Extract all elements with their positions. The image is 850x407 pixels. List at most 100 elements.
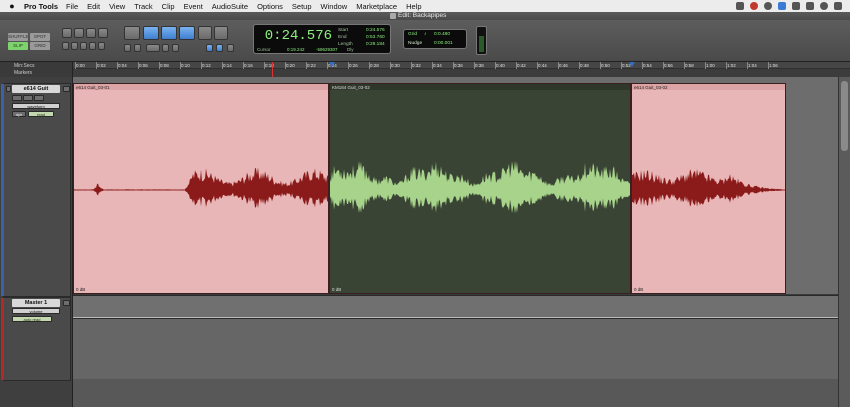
audio-clip[interactable]: e614 Guit_03-01 0 dB: [73, 83, 329, 294]
track-name-e614-guit[interactable]: e614 Guit: [12, 85, 60, 93]
dropbox-icon[interactable]: [778, 2, 786, 10]
track-record-button[interactable]: [6, 86, 11, 92]
solo-button[interactable]: [12, 95, 22, 101]
track-lane-e614-guit[interactable]: e614 Guit_03-01 0 dB KM184 Guit_03-02 0 …: [73, 83, 838, 295]
menu-options[interactable]: Options: [257, 2, 283, 11]
menu-audiosuite[interactable]: AudioSuite: [212, 2, 248, 11]
slip-mode-button[interactable]: SLIP: [8, 42, 28, 50]
min-secs-ruler-label[interactable]: Min:Secs: [14, 63, 35, 69]
mirror-midi-icon[interactable]: [134, 44, 141, 52]
airplay-icon[interactable]: [764, 2, 772, 10]
min-secs-ruler[interactable]: 0:00 0:02 0:04 0:06 0:08 0:10 0:12 0:14 0:16 0:18…: [73, 62, 850, 69]
track-lane-master[interactable]: [73, 295, 838, 319]
ruler-tick-label: 0:06: [139, 63, 148, 68]
pencil-tool-icon[interactable]: [214, 26, 228, 40]
volume-icon[interactable]: [806, 2, 814, 10]
link-track-edit-icon[interactable]: [162, 44, 169, 52]
selector-tool-icon[interactable]: [161, 26, 177, 40]
vertical-scrollbar[interactable]: [838, 77, 850, 407]
nudge-value[interactable]: 0:00.001: [434, 41, 453, 46]
main-counter-display[interactable]: 0:24.576 Cursor 0:19.242 -58629307 Dly S…: [253, 24, 391, 54]
ruler-tick-label: 0:56: [664, 63, 673, 68]
menu-window[interactable]: Window: [321, 2, 348, 11]
nudge-label[interactable]: Nudge: [408, 41, 422, 46]
apple-menu-icon[interactable]: ●: [0, 1, 24, 11]
markers-ruler-label[interactable]: Markers: [14, 70, 32, 76]
track-header-master[interactable]: Master 1 volume auto read: [1, 297, 71, 381]
list-icon[interactable]: [834, 2, 842, 10]
automation-follows-edit-icon[interactable]: [227, 44, 234, 52]
grid-label[interactable]: Grid: [408, 32, 417, 37]
selection-end-marker[interactable]: [629, 62, 635, 67]
menu-help[interactable]: Help: [406, 2, 421, 11]
selection-end-value[interactable]: 0:53.760: [366, 35, 385, 40]
clip-gain[interactable]: 0 dB: [76, 287, 85, 292]
menu-marketplace[interactable]: Marketplace: [356, 2, 397, 11]
main-counter-value[interactable]: 0:24.576: [262, 28, 332, 44]
zoom-out-vertical-icon[interactable]: [98, 28, 108, 38]
status-icon[interactable]: [736, 2, 744, 10]
mute-button[interactable]: [23, 95, 33, 101]
zoom-preset-5-button[interactable]: [98, 42, 105, 50]
audio-clip-selected[interactable]: KM184 Guit_03-02 0 dB: [329, 83, 631, 294]
spot-mode-button[interactable]: SPOT: [30, 33, 50, 41]
track-view-selector[interactable]: waveform: [12, 103, 60, 109]
menu-setup[interactable]: Setup: [292, 2, 312, 11]
audio-clip[interactable]: e614 Guit_03-02 0 dB: [631, 83, 786, 294]
clip-gain[interactable]: 0 dB: [634, 287, 643, 292]
zoom-preset-3-button[interactable]: [80, 42, 87, 50]
search-icon[interactable]: [820, 2, 828, 10]
track-name-master[interactable]: Master 1: [12, 299, 60, 307]
automation-mode-selector[interactable]: read: [28, 111, 54, 117]
clip-gain[interactable]: 0 dB: [332, 287, 341, 292]
grid-value[interactable]: 0:0.480: [434, 32, 450, 37]
menu-view[interactable]: View: [109, 2, 125, 11]
zoomer-tool-icon[interactable]: [124, 26, 140, 40]
zoom-in-vertical-icon[interactable]: [86, 28, 96, 38]
elastic-audio-selector[interactable]: dyn: [12, 111, 26, 117]
track-view-selector[interactable]: volume: [12, 308, 60, 314]
zoom-preset-4-button[interactable]: [89, 42, 96, 50]
scrubber-tool-icon[interactable]: [198, 26, 212, 40]
insertion-follows-playback-icon[interactable]: [172, 44, 179, 52]
selection-start-marker[interactable]: [329, 62, 335, 67]
creative-cloud-icon[interactable]: [750, 2, 758, 10]
timeline-ruler[interactable]: 0:00 0:02 0:04 0:06 0:08 0:10 0:12 0:14 0:16 0:18…: [73, 62, 850, 77]
selection-start-label: Start: [338, 28, 349, 33]
app-menu[interactable]: Pro Tools: [24, 2, 58, 11]
selection-start-value[interactable]: 0:24.576: [366, 28, 385, 33]
automation-mode-selector[interactable]: auto read: [12, 316, 52, 322]
zoom-in-horizontal-icon[interactable]: [62, 28, 72, 38]
commands-focus-icon[interactable]: [216, 44, 223, 52]
grabber-tool-icon[interactable]: [179, 26, 195, 40]
selection-length-value[interactable]: 0:29.184: [366, 42, 385, 47]
ruler-tick-label: 0:30: [391, 63, 400, 68]
track-header-e614-guit[interactable]: e614 Guit waveform dyn read: [1, 83, 71, 297]
zoom-out-horizontal-icon[interactable]: [74, 28, 84, 38]
track-options-icon[interactable]: [63, 300, 70, 306]
zoom-preset-2-button[interactable]: [71, 42, 78, 50]
link-timeline-icon[interactable]: [146, 44, 160, 52]
grid-mode-button[interactable]: GRID: [30, 42, 50, 50]
track-options-icon[interactable]: [63, 86, 70, 92]
keyboard-focus-icon[interactable]: [206, 44, 213, 52]
menu-file[interactable]: File: [66, 2, 78, 11]
menu-clip[interactable]: Clip: [162, 2, 175, 11]
zoom-preset-1-button[interactable]: [62, 42, 69, 50]
delay-compensation-label[interactable]: Dly: [347, 47, 354, 52]
markers-ruler[interactable]: [73, 69, 850, 77]
menu-track[interactable]: Track: [134, 2, 152, 11]
wifi-icon[interactable]: [792, 2, 800, 10]
volume-automation-line[interactable]: [73, 317, 838, 318]
scrollbar-thumb[interactable]: [841, 81, 848, 151]
playhead-marker[interactable]: [272, 62, 273, 77]
edit-timeline[interactable]: e614 Guit_03-01 0 dB KM184 Guit_03-02 0 …: [73, 77, 838, 407]
menu-event[interactable]: Event: [184, 2, 203, 11]
tab-to-transient-icon[interactable]: [124, 44, 131, 52]
note-icon: ♪: [424, 32, 427, 37]
trim-tool-icon[interactable]: [143, 26, 159, 40]
menu-edit[interactable]: Edit: [87, 2, 100, 11]
input-monitor-button[interactable]: [34, 95, 44, 101]
ruler-tick-label: 1:02: [727, 63, 736, 68]
shuffle-mode-button[interactable]: SHUFFLE: [8, 33, 29, 41]
